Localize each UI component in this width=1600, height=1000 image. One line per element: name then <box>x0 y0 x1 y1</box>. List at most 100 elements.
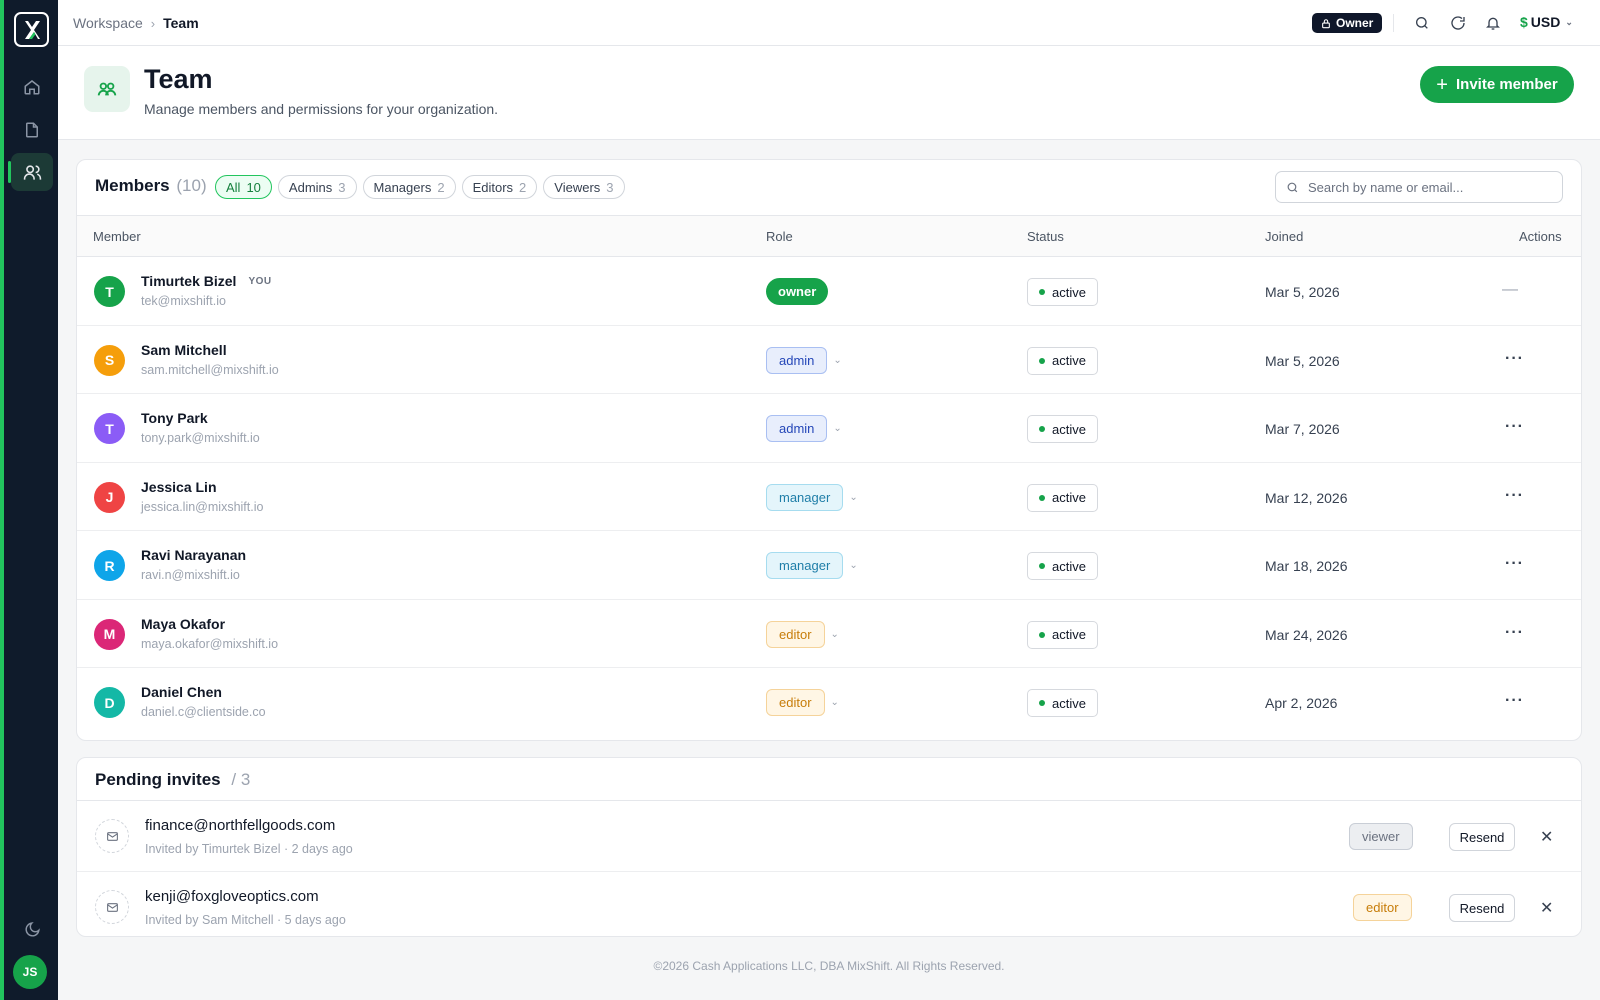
role-badge: editor <box>766 620 825 648</box>
column-role: Role <box>766 229 793 244</box>
filter-chip-count: 10 <box>246 179 261 195</box>
status-label: active <box>1052 695 1086 711</box>
role-badge: admin <box>766 415 828 442</box>
currency-selector[interactable]: $ USD ⌄ <box>1520 14 1573 30</box>
theme-toggle[interactable] <box>11 910 53 948</box>
resend-button[interactable]: Resend <box>1449 823 1515 851</box>
role-selector[interactable]: manager ⌄ <box>766 552 858 579</box>
nav-documents[interactable] <box>11 111 53 149</box>
status-label: active <box>1052 558 1086 574</box>
role-selector[interactable]: admin ⌄ <box>766 346 842 374</box>
role-badge: editor <box>1353 894 1412 921</box>
footer-copyright: ©2026 Cash Applications LLC, DBA MixShif… <box>653 959 1005 973</box>
member-avatar: T <box>94 276 125 307</box>
status-dot <box>1039 700 1045 706</box>
joined-date: Mar 7, 2026 <box>1265 421 1340 437</box>
filter-chip-count: 3 <box>606 179 614 195</box>
filter-chip-managers[interactable]: Managers 2 <box>362 175 456 199</box>
member-email: tek@mixshift.io <box>141 294 226 308</box>
invite-email: finance@northfellgoods.com <box>145 817 336 834</box>
member-name: Sam Mitchell <box>141 341 227 358</box>
role-filter-chips: All 10 Admins 3 Managers 2 Editors 2 Viewers 3 <box>215 175 625 199</box>
member-email: daniel.c@clientside.co <box>141 705 266 719</box>
bell-icon <box>1486 17 1500 30</box>
nav-home[interactable] <box>11 68 53 106</box>
more-actions-button[interactable]: ··· <box>1505 418 1524 436</box>
chevron-down-icon: ⌄ <box>833 354 842 366</box>
team-header-icon <box>84 66 130 112</box>
sidebar: JS <box>0 0 58 1000</box>
refresh-button[interactable] <box>1449 14 1467 32</box>
more-actions-button[interactable]: ··· <box>1505 555 1524 573</box>
notifications-button[interactable] <box>1484 14 1502 32</box>
pending-title-label: Pending invites <box>95 770 221 789</box>
column-actions: Actions <box>1519 229 1562 244</box>
status-badge: active <box>1027 620 1098 649</box>
more-actions-button[interactable]: ··· <box>1505 624 1524 642</box>
breadcrumb-workspace[interactable]: Workspace <box>73 15 143 31</box>
member-name-cell: Daniel Chen <box>141 684 222 700</box>
nav-team[interactable] <box>8 153 53 191</box>
breadcrumb-team: Team <box>163 15 199 31</box>
table-row: J Jessica Lin jessica.lin@mixshift.io manag… <box>77 463 1581 531</box>
member-email: tony.park@mixshift.io <box>141 431 260 445</box>
no-actions: — <box>1502 281 1519 298</box>
filter-chip-count: 3 <box>338 179 346 195</box>
invite-role: editor <box>1353 894 1412 921</box>
member-avatar: M <box>94 618 125 650</box>
more-actions-button[interactable]: ··· <box>1505 487 1524 505</box>
role-selector[interactable]: admin ⌄ <box>766 415 842 442</box>
status-badge: active <box>1027 552 1098 580</box>
filter-chip-all[interactable]: All 10 <box>215 175 272 199</box>
chevron-down-icon: ⌄ <box>849 491 858 503</box>
search-input[interactable] <box>1308 179 1548 195</box>
role-selector[interactable]: editor ⌄ <box>766 620 839 648</box>
more-actions-button[interactable]: ··· <box>1505 692 1524 710</box>
status-dot <box>1039 357 1045 364</box>
breadcrumb: Workspace › Team <box>73 15 199 31</box>
table-row: S Sam Mitchell sam.mitchell@mixshift.io adm… <box>77 326 1581 394</box>
status-dot <box>1039 494 1045 501</box>
filter-chip-label: Admins <box>288 179 333 195</box>
filter-chip-viewers[interactable]: Viewers 3 <box>543 175 625 199</box>
pending-invites-card: Pending invites / 3 finance@northfellgoo… <box>76 757 1582 937</box>
close-icon[interactable]: ✕ <box>1540 827 1553 847</box>
status-dot <box>1039 289 1045 295</box>
invite-member-button[interactable]: + Invite member <box>1420 66 1574 103</box>
status-badge: active <box>1027 483 1098 512</box>
app-logo[interactable] <box>14 12 49 47</box>
filter-chip-admins[interactable]: Admins 3 <box>277 175 357 199</box>
column-member: Member <box>93 229 141 244</box>
role-badge: viewer <box>1349 823 1413 850</box>
members-title-label: Members <box>95 176 170 195</box>
status-label: active <box>1052 421 1086 437</box>
role-selector[interactable]: manager ⌄ <box>766 483 858 511</box>
document-icon <box>26 122 38 138</box>
home-icon <box>24 80 40 95</box>
filter-chip-editors[interactable]: Editors 2 <box>461 175 538 199</box>
role-selector[interactable]: editor ⌄ <box>766 689 839 716</box>
mail-icon-wrapper <box>95 890 129 924</box>
users-icon <box>97 82 117 96</box>
member-avatar: T <box>94 413 125 444</box>
column-joined: Joined <box>1265 229 1304 244</box>
resend-button[interactable]: Resend <box>1449 894 1515 922</box>
search-button[interactable] <box>1413 14 1431 32</box>
mail-icon <box>106 902 118 912</box>
search-icon <box>1416 17 1428 29</box>
page-header: Team Manage members and permissions for … <box>58 46 1600 140</box>
users-icon <box>23 164 41 180</box>
member-email: ravi.n@mixshift.io <box>141 568 240 582</box>
close-icon[interactable]: ✕ <box>1540 898 1553 918</box>
user-avatar[interactable]: JS <box>13 955 47 989</box>
joined-date: Apr 2, 2026 <box>1265 695 1338 711</box>
more-actions-button[interactable]: ··· <box>1505 350 1524 368</box>
filter-chip-label: Editors <box>472 179 514 195</box>
role-badge: editor <box>766 689 825 716</box>
table-header: Member Role Status Joined Actions <box>77 215 1581 257</box>
members-title: Members (10) <box>95 176 207 196</box>
member-name-cell: Maya Okafor <box>141 616 225 632</box>
role-badge: owner <box>766 278 829 305</box>
member-search[interactable] <box>1275 171 1563 203</box>
member-avatar: R <box>94 550 125 581</box>
